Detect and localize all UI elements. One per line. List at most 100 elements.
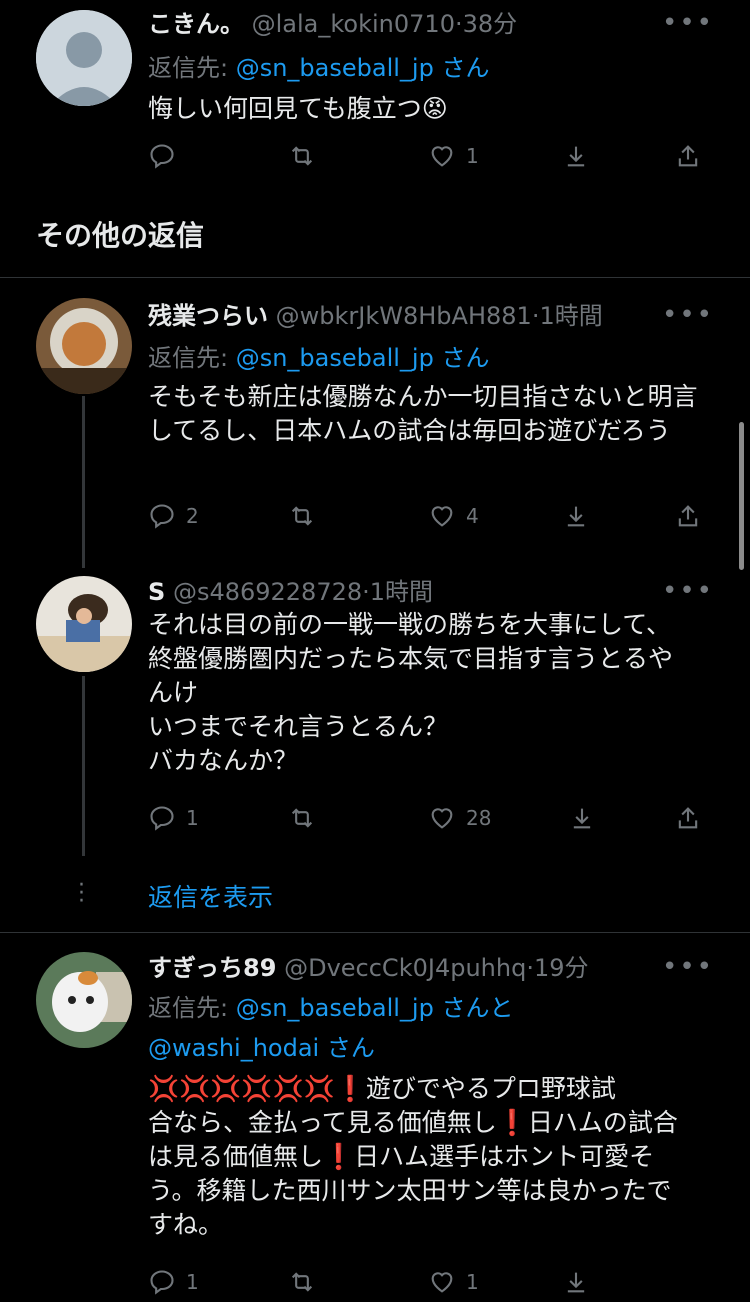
mention-link[interactable]: @sn_baseball_jp (236, 54, 434, 82)
tweet-text-line: う。移籍した西川サン太田サン等は良かったで (148, 1176, 672, 1205)
retweet-button[interactable] (288, 496, 316, 536)
user-avatar[interactable] (36, 952, 132, 1048)
action-bar: 1 1 (148, 1262, 708, 1302)
tweet-header: S @s4869228728·1時間 (148, 572, 726, 608)
user-handle[interactable]: @lala_kokin0710 (252, 10, 455, 38)
share-icon (678, 807, 698, 829)
reply-to-prefix: 返信先: (148, 54, 236, 82)
action-bar: 2 4 (148, 496, 708, 536)
more-options-icon[interactable]: ••• (662, 952, 714, 982)
download-button[interactable] (562, 136, 590, 176)
tweet-text-line: 合なら、金払って見る価値無し❗️日ハムの試合 (148, 1108, 678, 1137)
download-icon (567, 506, 585, 527)
reply-to-prefix: 返信先: (148, 994, 236, 1022)
divider (0, 932, 750, 933)
default-avatar[interactable] (36, 10, 132, 106)
more-options-icon[interactable]: ••• (662, 300, 714, 330)
tweet-text-line: 💢💢💢💢💢💢❗️遊びでやるプロ野球試 (148, 1074, 616, 1103)
user-handle[interactable]: @wbkrJkW8HbAH881 (276, 302, 532, 330)
share-button[interactable] (674, 798, 702, 838)
display-name[interactable]: すぎっち89 (148, 954, 276, 982)
like-count: 4 (466, 504, 479, 528)
action-bar: 1 (148, 136, 708, 176)
like-count: 28 (466, 806, 492, 830)
thread-more-dots-icon: · · · (78, 873, 85, 914)
retweet-icon (291, 1272, 313, 1292)
reply-count: 1 (186, 1270, 199, 1294)
share-icon (678, 505, 698, 527)
tweet-text-line: バカなんか？ (148, 746, 299, 775)
more-options-icon[interactable]: ••• (662, 576, 714, 606)
separator-dot: · (362, 578, 370, 606)
reply-to-line: 返信先: @sn_baseball_jp さん (148, 48, 489, 83)
show-replies-link[interactable]: 返信を表示 (148, 878, 273, 914)
tweet-text-line: んけ (148, 678, 199, 707)
mention-link[interactable]: @sn_baseball_jp (236, 344, 434, 372)
download-button[interactable] (562, 1262, 590, 1302)
tweet-text-line: 終盤優勝圏内だったら本気で目指す言うとるや (148, 644, 674, 673)
retweet-icon (291, 808, 313, 828)
mention-link[interactable]: @washi_hodai (148, 1034, 319, 1062)
tweet-text: そもそも新庄は優勝なんか一切目指さないと明言してるし、日本ハムの試合は毎回お遊び… (148, 382, 698, 445)
user-handle[interactable]: @DveccCk0J4puhhq (284, 954, 526, 982)
reply-to-suffix: さん (433, 344, 490, 372)
timestamp[interactable]: 38分 (463, 10, 518, 38)
tweet-text-line: いつまでそれ言うとるん？ (148, 712, 449, 741)
timestamp[interactable]: 19分 (534, 954, 589, 982)
like-button[interactable]: 4 (428, 496, 479, 536)
heart-icon (431, 506, 453, 527)
tweet-text-line: すね。 (148, 1210, 224, 1239)
download-button[interactable] (562, 496, 590, 536)
reply-button[interactable]: 2 (148, 496, 199, 536)
reply-to-conjunction: さんと (433, 994, 514, 1022)
action-bar: 1 28 (148, 798, 708, 838)
reply-to-line: 返信先: @sn_baseball_jp さん (148, 338, 489, 373)
user-avatar[interactable] (36, 298, 132, 394)
tweet-text: それは目の前の一戦一戦の勝ちを大事にして、 終盤優勝圏内だったら本気で目指す言う… (148, 608, 720, 778)
reply-button[interactable] (148, 136, 186, 176)
share-button[interactable] (674, 496, 702, 536)
download-button[interactable] (568, 798, 596, 838)
tweet-header: すぎっち89 @DveccCk0J4puhhq·19分 (148, 948, 726, 984)
reply-to-suffix: さん (433, 54, 490, 82)
display-name[interactable]: S (148, 578, 165, 606)
tweet-header: 残業つらい @wbkrJkW8HbAH881·1時間 (148, 296, 726, 332)
reply-icon (150, 144, 174, 169)
retweet-button[interactable] (288, 1262, 316, 1302)
scrollbar[interactable] (739, 422, 744, 570)
retweet-icon (291, 146, 313, 166)
thread-line (82, 676, 85, 856)
like-count: 1 (466, 1270, 479, 1294)
display-name[interactable]: 残業つらい (148, 302, 268, 330)
reply-icon (150, 504, 174, 529)
user-avatar[interactable] (36, 576, 132, 672)
like-button[interactable]: 1 (428, 136, 479, 176)
reply-button[interactable]: 1 (148, 1262, 199, 1302)
timestamp[interactable]: 1時間 (539, 302, 602, 330)
retweet-button[interactable] (288, 136, 316, 176)
like-button[interactable]: 28 (428, 798, 491, 838)
like-button[interactable]: 1 (428, 1262, 479, 1302)
retweet-button[interactable] (288, 798, 316, 838)
reply-count: 2 (186, 504, 199, 528)
more-options-icon[interactable]: ••• (662, 8, 714, 38)
share-button[interactable] (674, 136, 702, 176)
download-icon (573, 808, 591, 829)
separator-dot: · (526, 954, 534, 982)
reply-icon (150, 806, 174, 831)
heart-icon (431, 146, 453, 167)
mention-link[interactable]: @sn_baseball_jp (236, 994, 434, 1022)
like-count: 1 (466, 144, 479, 168)
tweet-text-line: それは目の前の一戦一戦の勝ちを大事にして、 (148, 610, 672, 639)
divider (0, 277, 750, 278)
tweet-header: こきん。 @lala_kokin0710·38分 (148, 4, 726, 40)
timestamp[interactable]: 1時間 (370, 578, 433, 606)
share-icon (678, 145, 698, 167)
download-icon (567, 146, 585, 167)
reply-button[interactable]: 1 (148, 798, 199, 838)
display-name[interactable]: こきん。 (148, 10, 244, 38)
heart-icon (431, 808, 453, 829)
user-handle[interactable]: @s4869228728 (173, 578, 362, 606)
thread-line (82, 396, 85, 568)
reply-count: 1 (186, 806, 199, 830)
